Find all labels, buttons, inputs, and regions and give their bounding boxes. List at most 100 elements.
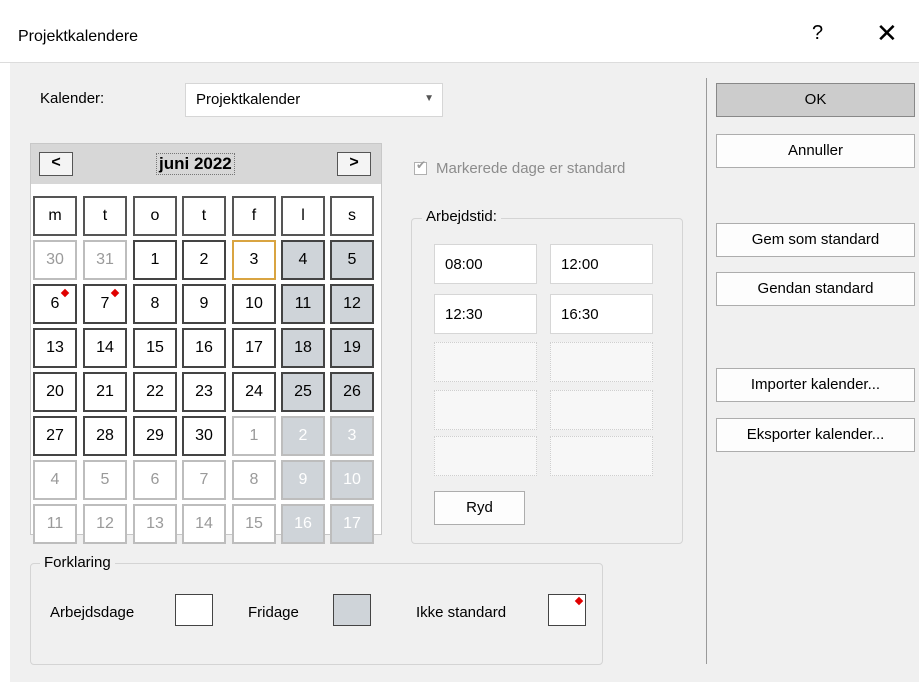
export-calendar-button[interactable]: Eksporter kalender...: [716, 418, 915, 452]
calendar-day[interactable]: 11: [33, 504, 77, 544]
calendar-day[interactable]: 7: [182, 460, 226, 500]
calendar-day[interactable]: 27: [33, 416, 77, 456]
calendar-day[interactable]: 20: [33, 372, 77, 412]
calendar-day[interactable]: 23: [182, 372, 226, 412]
calendar-day[interactable]: 16: [182, 328, 226, 368]
calendar-day[interactable]: 6: [133, 460, 177, 500]
month-title[interactable]: juni 2022: [156, 153, 235, 175]
legend-nonstandard-label: Ikke standard: [416, 604, 507, 621]
end-time-field[interactable]: [550, 390, 653, 430]
nonstandard-marker-icon: [110, 288, 120, 298]
calendar-day[interactable]: 10: [330, 460, 374, 500]
calendar-day[interactable]: 5: [83, 460, 127, 500]
ok-button[interactable]: OK: [716, 83, 915, 117]
calendar-day[interactable]: 5: [330, 240, 374, 280]
calendar-day[interactable]: 25: [281, 372, 325, 412]
standard-days-label: Markerede dage er standard: [436, 160, 626, 177]
calendar-day[interactable]: 3: [330, 416, 374, 456]
calendar-day[interactable]: 24: [232, 372, 276, 412]
calendar-day[interactable]: 30: [182, 416, 226, 456]
vertical-divider: [706, 78, 707, 664]
calendar-day[interactable]: 28: [83, 416, 127, 456]
time-value: 16:30: [561, 306, 599, 323]
cancel-button[interactable]: Annuller: [716, 134, 915, 168]
save-default-button[interactable]: Gem som standard: [716, 223, 915, 257]
weekday-header: l: [281, 196, 325, 236]
start-time-field[interactable]: [434, 390, 537, 430]
weekday-header: t: [182, 196, 226, 236]
calendar-day[interactable]: 8: [133, 284, 177, 324]
calendar-day[interactable]: 21: [83, 372, 127, 412]
calendar-day[interactable]: 17: [330, 504, 374, 544]
import-calendar-button[interactable]: Importer kalender...: [716, 368, 915, 402]
calendar-dropdown[interactable]: Projektkalender ▼: [185, 83, 443, 117]
calendar-day[interactable]: 12: [83, 504, 127, 544]
legend-nonstandard-swatch: [548, 594, 586, 626]
calendar-dropdown-value: Projektkalender: [196, 91, 301, 108]
calendar-day[interactable]: 15: [232, 504, 276, 544]
start-time-field[interactable]: 12:30: [434, 294, 537, 334]
calendar-day[interactable]: 19: [330, 328, 374, 368]
calendar-day[interactable]: 13: [133, 504, 177, 544]
weekday-header: s: [330, 196, 374, 236]
month-calendar: < juni 2022 > m t o t f l s 30 31 1 2 3 4 5 6 7 8 9 10 11 12…: [30, 143, 382, 544]
end-time-field[interactable]: [550, 342, 653, 382]
calendar-day[interactable]: 18: [281, 328, 325, 368]
calendar-day[interactable]: 22: [133, 372, 177, 412]
weekday-header: o: [133, 196, 177, 236]
calendar-day[interactable]: 2: [281, 416, 325, 456]
worktime-legend: Arbejdstid:: [422, 208, 501, 225]
calendar-day[interactable]: 12: [330, 284, 374, 324]
help-button[interactable]: ?: [812, 22, 823, 45]
prev-month-button[interactable]: <: [39, 152, 73, 176]
calendar-day[interactable]: 29: [133, 416, 177, 456]
calendar-day[interactable]: 10: [232, 284, 276, 324]
weekday-header: f: [232, 196, 276, 236]
close-button[interactable]: ✕: [876, 18, 898, 49]
start-time-field[interactable]: [434, 342, 537, 382]
calendar-day[interactable]: 14: [182, 504, 226, 544]
calendar-day[interactable]: 31: [83, 240, 127, 280]
calendar-day[interactable]: 9: [182, 284, 226, 324]
weekday-header: m: [33, 196, 77, 236]
start-time-field[interactable]: [434, 436, 537, 476]
calendar-label: Kalender:: [40, 90, 105, 107]
end-time-field[interactable]: [550, 436, 653, 476]
calendar-day[interactable]: 1: [133, 240, 177, 280]
calendar-day[interactable]: 3: [232, 240, 276, 280]
time-value: 12:00: [561, 256, 599, 273]
legend-holidays-swatch: [333, 594, 371, 626]
calendar-day[interactable]: 4: [281, 240, 325, 280]
calendar-day[interactable]: 11: [281, 284, 325, 324]
weekday-header: t: [83, 196, 127, 236]
start-time-field[interactable]: 08:00: [434, 244, 537, 284]
chevron-down-icon: ▼: [424, 93, 434, 104]
calendar-day[interactable]: 26: [330, 372, 374, 412]
calendar-day[interactable]: 14: [83, 328, 127, 368]
legend-workdays-swatch: [175, 594, 213, 626]
calendar-day[interactable]: 9: [281, 460, 325, 500]
time-value: 12:30: [445, 306, 483, 323]
legend-holidays-label: Fridage: [248, 604, 299, 621]
calendar-day[interactable]: 6: [33, 284, 77, 324]
calendar-day[interactable]: 8: [232, 460, 276, 500]
restore-default-button[interactable]: Gendan standard: [716, 272, 915, 306]
calendar-day[interactable]: 1: [232, 416, 276, 456]
calendar-day[interactable]: 30: [33, 240, 77, 280]
calendar-day[interactable]: 13: [33, 328, 77, 368]
calendar-day[interactable]: 16: [281, 504, 325, 544]
calendar-day[interactable]: 7: [83, 284, 127, 324]
end-time-field[interactable]: 16:30: [550, 294, 653, 334]
calendar-day[interactable]: 2: [182, 240, 226, 280]
nonstandard-marker-icon: [574, 596, 584, 606]
legend-title: Forklaring: [40, 554, 115, 571]
time-value: 08:00: [445, 256, 483, 273]
end-time-field[interactable]: 12:00: [550, 244, 653, 284]
calendar-day[interactable]: 4: [33, 460, 77, 500]
calendar-day[interactable]: 15: [133, 328, 177, 368]
legend-workdays-label: Arbejdsdage: [50, 604, 135, 621]
next-month-button[interactable]: >: [337, 152, 371, 176]
clear-button[interactable]: Ryd: [434, 491, 525, 525]
calendar-day[interactable]: 17: [232, 328, 276, 368]
nonstandard-marker-icon: [60, 288, 70, 298]
